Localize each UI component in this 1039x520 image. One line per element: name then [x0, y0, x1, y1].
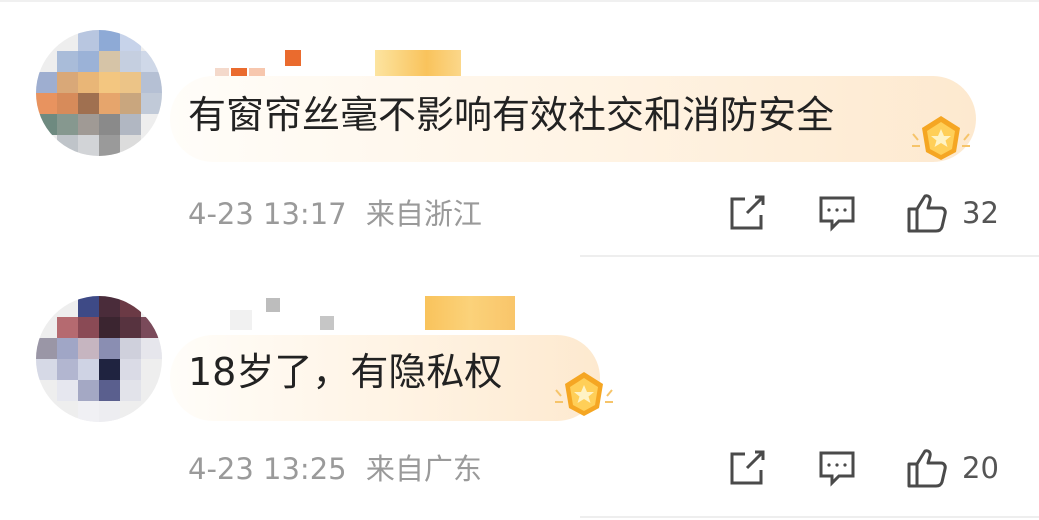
share-icon[interactable] — [727, 193, 767, 233]
comment-text: 18岁了，有隐私权 — [188, 350, 503, 394]
comment-time: 4-23 13:25 — [188, 452, 347, 486]
medal-badge-icon — [912, 116, 970, 160]
comment-meta: 4-23 13:17 来自浙江 — [188, 196, 482, 232]
medal-badge-icon — [555, 372, 613, 416]
comment-meta: 4-23 13:25 来自广东 — [188, 451, 482, 487]
thumbs-up-icon[interactable] — [906, 447, 948, 489]
avatar[interactable] — [36, 296, 162, 422]
comment-time: 4-23 13:17 — [188, 197, 347, 231]
comment-item: 有窗帘丝毫不影响有效社交和消防安全 4-23 13:17 来自浙江 32 — [0, 0, 1039, 258]
comment-icon[interactable] — [817, 193, 857, 233]
comment-divider — [580, 516, 1039, 518]
avatar[interactable] — [36, 30, 162, 156]
username-blurred[interactable] — [230, 296, 520, 330]
like-count: 32 — [962, 196, 999, 230]
comment-location: 来自广东 — [365, 452, 482, 486]
share-icon[interactable] — [727, 448, 767, 488]
comment-item: 18岁了，有隐私权 4-23 13:25 来自广东 20 — [0, 258, 1039, 520]
thumbs-up-icon[interactable] — [906, 192, 948, 234]
like-count: 20 — [962, 451, 999, 485]
comment-icon[interactable] — [817, 448, 857, 488]
comment-divider — [580, 255, 1039, 257]
comment-location: 来自浙江 — [365, 197, 482, 231]
comment-text: 有窗帘丝毫不影响有效社交和消防安全 — [188, 93, 835, 137]
